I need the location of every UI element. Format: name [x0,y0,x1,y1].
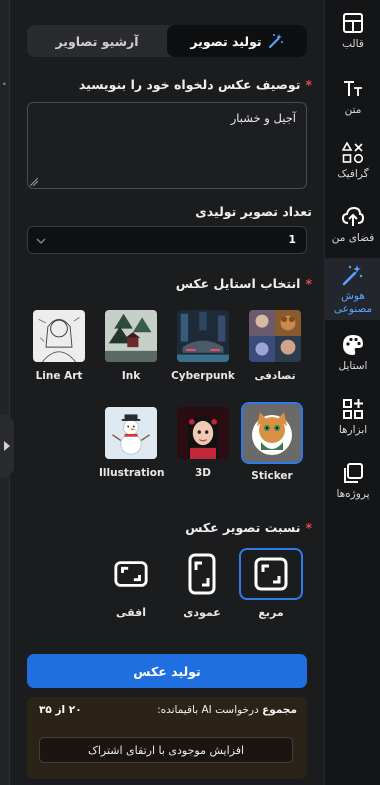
required-asterisk: * [305,276,312,291]
text-icon [344,81,362,96]
tab-image-archive[interactable]: آرشیو تصاویر [27,25,167,57]
credits-remaining-label: مجموع درخواست AI باقیمانده: [157,704,297,716]
ai-credits-box: مجموع درخواست AI باقیمانده: ۲۰ از ۳۵ افز… [27,697,307,779]
portrait-ratio-icon [188,553,216,595]
mode-tabs: تولید تصویر آرشیو تصاویر [27,25,307,57]
sidebar-item-graphics[interactable]: گرافیک [325,142,380,192]
sidebar-item-projects[interactable]: پروژه‌ها [325,462,380,512]
projects-icon [344,463,363,483]
palette-icon [343,335,363,355]
prompt-text: آجیل و خشبار [230,111,296,125]
sidebar-label: قالب [342,38,364,50]
upgrade-subscription-button[interactable]: افزایش موجودی با ارتقای اشتراک [39,737,293,763]
tab-generate-label: تولید تصویر [190,33,262,49]
style-ink-thumb [103,308,159,364]
required-asterisk: * [305,77,312,92]
sidebar-item-tools[interactable]: ابزارها [325,398,380,448]
collapsed-left-panel: • [0,0,14,785]
tools-icon [343,399,363,419]
count-label: تعداد تصویر تولیدی [195,204,312,219]
sidebar-label: گرافیک [337,168,369,180]
image-count-select[interactable]: 1 [27,226,307,254]
style-illustration-thumb [103,405,159,461]
ratio-landscape[interactable]: افقی [111,548,151,619]
shapes-icon [342,142,364,164]
ratio-name: مربع [258,606,284,619]
style-sticker-thumb [241,402,303,464]
tab-generate-image[interactable]: تولید تصویر [167,25,307,57]
style-name: Sticker [251,470,293,482]
style-name: Cyberpunk [171,370,235,382]
style-cyberpunk-thumb [175,308,231,364]
style-line-art-thumb [31,308,87,364]
style-cyberpunk[interactable]: Cyberpunk [171,308,235,382]
style-line-art[interactable]: Line Art [27,308,91,382]
ratio-name: افقی [115,606,147,619]
ratio-portrait[interactable]: عمودی [181,548,223,619]
aspect-ratio-options: مربع عمودی افقی [27,548,307,628]
sidebar-item-my-space[interactable]: فضای من [325,206,380,256]
sidebar-item-text[interactable]: متن [325,78,380,128]
sidebar-label: هوش مصنوعی [333,290,373,315]
style-illustration[interactable]: Illustration [99,405,165,479]
style-name: 3D [194,467,212,479]
sidebar-item-style[interactable]: استایل [325,334,380,384]
sidebar-label: پروژه‌ها [336,488,370,500]
sidebar-label: متن [344,104,362,116]
ratio-square[interactable]: مربع [239,548,303,619]
style-sticker[interactable]: Sticker [240,402,304,482]
cloud-upload-icon [342,206,364,226]
sidebar-label: فضای من [331,232,375,244]
resize-handle-icon[interactable] [30,178,38,186]
style-name: تصادفی [254,370,296,382]
ai-generator-panel: تولید تصویر آرشیو تصاویر *توصیف عکس دلخو… [10,0,324,785]
tab-archive-label: آرشیو تصاویر [55,33,139,49]
ratio-landscape-box [111,548,151,600]
prompt-textarea[interactable]: آجیل و خشبار [27,102,307,189]
chevron-down-icon [36,238,46,244]
style-3d-thumb [175,405,231,461]
style-3d[interactable]: 3D [171,405,235,479]
sidebar-label: ابزارها [338,424,368,436]
image-count-value: 1 [288,233,296,246]
required-asterisk: * [305,520,312,535]
style-random[interactable]: تصادفی [243,308,307,382]
tool-sidebar: قالب متن گرافیک فضای من هوش مصنوعی استای… [324,0,380,785]
magic-wand-icon [268,34,283,48]
ratio-square-box [239,548,303,600]
landscape-ratio-icon [114,561,148,587]
magic-wand-icon [342,265,363,286]
prompt-label: *توصیف عکس دلخواه خود را بنویسید [78,77,312,92]
style-ink[interactable]: Ink [99,308,163,382]
credits-count: ۲۰ از ۳۵ [39,704,82,716]
panel-dot-icon: • [2,80,7,89]
generate-image-button[interactable]: تولید عکس [27,654,307,688]
style-random-thumb [247,308,303,364]
ratio-label: *نسبت تصویر عکس [185,520,312,535]
style-label: *انتخاب استایل عکس [175,276,312,291]
style-name: Illustration [99,467,165,479]
sidebar-label: استایل [338,360,368,372]
style-name: Ink [121,370,141,382]
template-icon [343,13,363,33]
style-name: Line Art [35,370,83,382]
ratio-name: عمودی [183,606,221,619]
sidebar-item-template[interactable]: قالب [325,12,380,62]
square-ratio-icon [254,557,288,591]
sidebar-item-ai[interactable]: هوش مصنوعی [325,258,380,320]
ratio-portrait-box [181,548,223,600]
